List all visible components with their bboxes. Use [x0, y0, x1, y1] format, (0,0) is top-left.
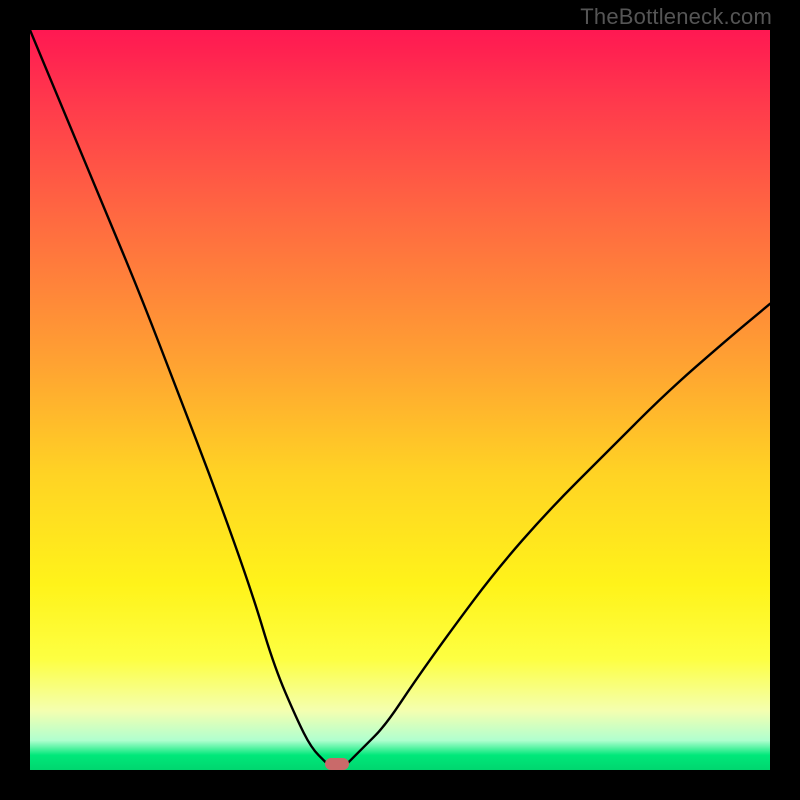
- curve-svg: [30, 30, 770, 770]
- watermark-text: TheBottleneck.com: [580, 4, 772, 30]
- bottleneck-curve-path: [30, 30, 770, 770]
- plot-area: [30, 30, 770, 770]
- minimum-marker: [325, 758, 349, 770]
- chart-frame: TheBottleneck.com: [0, 0, 800, 800]
